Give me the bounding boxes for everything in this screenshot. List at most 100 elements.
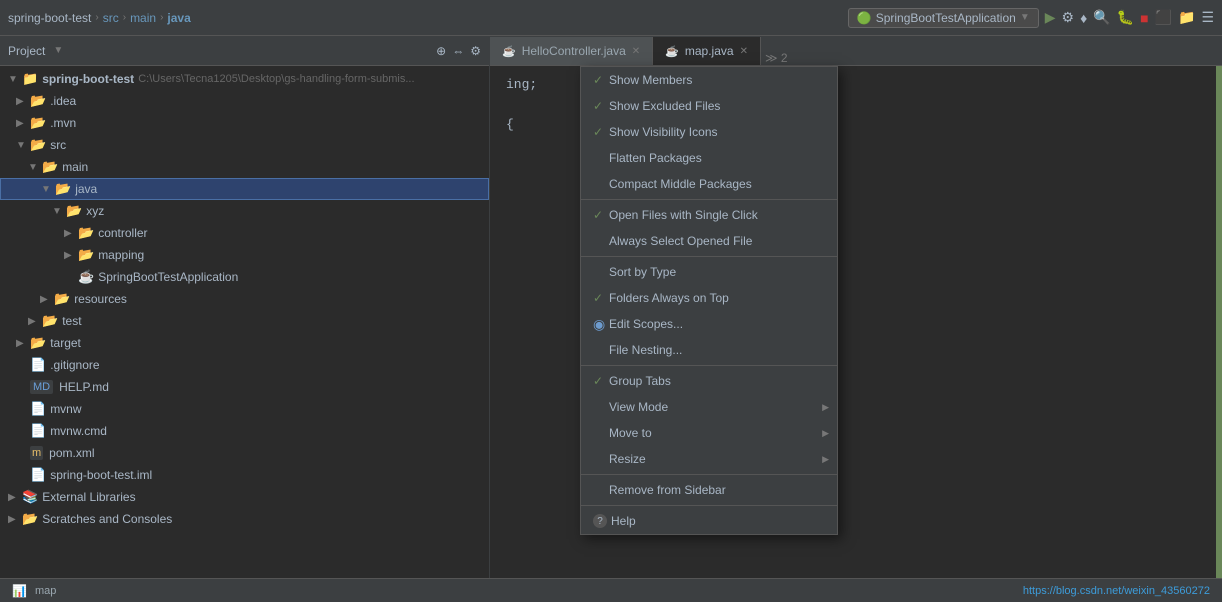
tree-item-mvnw[interactable]: 📄 mvnw — [0, 398, 489, 420]
dropdown-item-help[interactable]: ? Help — [581, 508, 837, 534]
tree-item-scratches[interactable]: ▶ 📂 Scratches and Consoles — [0, 508, 489, 530]
dropdown-item-show-excluded[interactable]: ✓ Show Excluded Files — [581, 93, 837, 119]
run-config[interactable]: 🟢 SpringBootTestApplication ▼ — [848, 8, 1039, 28]
breadcrumb-src[interactable]: src — [103, 11, 119, 25]
tree-item-iml[interactable]: 📄 spring-boot-test.iml — [0, 464, 489, 486]
tree-arrow: ▼ — [28, 162, 40, 173]
dropdown-item-file-nesting[interactable]: File Nesting... — [581, 337, 837, 363]
dropdown-item-resize[interactable]: Resize — [581, 446, 837, 472]
java-file-icon: ☕ — [78, 269, 94, 285]
sidebar-icon-settings[interactable]: ⚙ — [470, 44, 481, 58]
tree-item-xyz[interactable]: ▼ 📂 xyz — [0, 200, 489, 222]
tree-label: main — [62, 160, 88, 174]
dropdown-item-edit-scopes[interactable]: ◉ Edit Scopes... — [581, 311, 837, 337]
xml-file-icon: m — [30, 446, 43, 460]
tree-item-test[interactable]: ▶ 📂 test — [0, 310, 489, 332]
tree-item-main[interactable]: ▼ 📂 main — [0, 156, 489, 178]
status-link[interactable]: https://blog.csdn.net/weixin_43560272 — [1023, 585, 1210, 597]
tree-arrow: ▼ — [41, 184, 53, 195]
stop2-button[interactable]: ⬛ — [1155, 9, 1172, 26]
dropdown-label: Resize — [609, 452, 825, 466]
dropdown-label: Open Files with Single Click — [609, 208, 825, 222]
dropdown-label: Flatten Packages — [609, 151, 825, 165]
dropdown-item-flatten[interactable]: Flatten Packages — [581, 145, 837, 171]
tree-arrow: ▶ — [64, 250, 76, 261]
tab-close-map[interactable]: ✕ — [740, 46, 748, 57]
target-folder-icon: 📂 — [30, 335, 46, 351]
dropdown-item-remove-sidebar[interactable]: Remove from Sidebar — [581, 477, 837, 503]
tree-item-mvnw-cmd[interactable]: 📄 mvnw.cmd — [0, 420, 489, 442]
dropdown-item-compact[interactable]: Compact Middle Packages — [581, 171, 837, 197]
dropdown-label: Remove from Sidebar — [609, 483, 825, 497]
sidebar-header: Project ▼ ⊕ ⇔ ⚙ — [0, 36, 489, 66]
tree-item-gitignore[interactable]: 📄 .gitignore — [0, 354, 489, 376]
tab-overflow[interactable]: ≫ 2 — [765, 51, 788, 65]
tree-item-target[interactable]: ▶ 📂 target — [0, 332, 489, 354]
divider-3 — [581, 365, 837, 366]
tree-arrow: ▶ — [8, 492, 20, 503]
iml-file-icon: 📄 — [30, 467, 46, 483]
dropdown-item-folders-top[interactable]: ✓ Folders Always on Top — [581, 285, 837, 311]
run-button[interactable]: ▶ — [1045, 9, 1056, 26]
profile-button[interactable]: 🔍 — [1093, 9, 1110, 26]
folder-button[interactable]: 📁 — [1178, 9, 1195, 26]
tree-arrow: ▶ — [16, 96, 28, 107]
sidebar-dropdown-arrow[interactable]: ▼ — [53, 45, 63, 56]
dropdown-item-show-members[interactable]: ✓ Show Members — [581, 67, 837, 93]
toolbar-icons: ▶ ⚙ ♦ 🔍 🐛 ■ ⬛ 📁 ☰ — [1045, 9, 1214, 26]
tree-label: src — [50, 138, 66, 152]
debug-button[interactable]: 🐛 — [1117, 9, 1134, 26]
breadcrumb-project[interactable]: spring-boot-test — [8, 11, 91, 25]
tree-item-idea[interactable]: ▶ 📂 .idea — [0, 90, 489, 112]
breadcrumb-java[interactable]: java — [167, 11, 190, 25]
breadcrumb-main[interactable]: main — [130, 11, 156, 25]
dropdown-item-move-to[interactable]: Move to — [581, 420, 837, 446]
dropdown-item-always-select[interactable]: Always Select Opened File — [581, 228, 837, 254]
tree-label: java — [75, 182, 97, 196]
folder-icon: 📂 — [54, 291, 70, 307]
tree-item-springboot-app[interactable]: ☕ SpringBootTestApplication — [0, 266, 489, 288]
breadcrumb-arrow-1: › — [95, 12, 98, 23]
tab-label: HelloController.java — [522, 44, 626, 58]
tree-label: mvnw.cmd — [50, 424, 107, 438]
tree-item-controller[interactable]: ▶ 📂 controller — [0, 222, 489, 244]
tree-item-spring-boot-test[interactable]: ▼ 📁 spring-boot-test C:\Users\Tecna1205\… — [0, 68, 489, 90]
tree-item-pom[interactable]: m pom.xml — [0, 442, 489, 464]
tree-label: mapping — [98, 248, 144, 262]
menu-button[interactable]: ☰ — [1201, 9, 1214, 26]
sidebar-icon-gear[interactable]: ⊕ — [436, 44, 446, 58]
code-text: { — [506, 117, 514, 132]
tree-item-mvn[interactable]: ▶ 📂 .mvn — [0, 112, 489, 134]
coverage-button[interactable]: ♦ — [1080, 10, 1087, 26]
tree-item-src[interactable]: ▼ 📂 src — [0, 134, 489, 156]
stop-button[interactable]: ■ — [1140, 10, 1148, 26]
dropdown-item-group-tabs[interactable]: ✓ Group Tabs — [581, 368, 837, 394]
dropdown-label: Move to — [609, 426, 825, 440]
dropdown-label: Show Excluded Files — [609, 99, 825, 113]
tree-label: pom.xml — [49, 446, 94, 460]
tree-item-mapping[interactable]: ▶ 📂 mapping — [0, 244, 489, 266]
folder-icon: 📂 — [78, 247, 94, 263]
tab-hello-controller[interactable]: ☕ HelloController.java ✕ — [490, 37, 653, 65]
dropdown-item-sort-type[interactable]: Sort by Type — [581, 259, 837, 285]
tab-map-java[interactable]: ☕ map.java ✕ — [653, 37, 761, 65]
dropdown-item-show-visibility[interactable]: ✓ Show Visibility Icons — [581, 119, 837, 145]
status-left: 📊 map — [12, 584, 56, 598]
tree-item-resources[interactable]: ▶ 📂 resources — [0, 288, 489, 310]
sidebar-header-icons: ⊕ ⇔ ⚙ — [436, 44, 481, 58]
tree-item-external-libs[interactable]: ▶ 📚 External Libraries — [0, 486, 489, 508]
sidebar-icon-collapse[interactable]: ⇔ — [452, 44, 464, 58]
top-toolbar: spring-boot-test › src › main › java 🟢 S… — [0, 0, 1222, 36]
dropdown-item-open-single-click[interactable]: ✓ Open Files with Single Click — [581, 202, 837, 228]
build-button[interactable]: ⚙ — [1062, 9, 1075, 26]
tree-label: HELP.md — [59, 380, 109, 394]
tree-label: xyz — [86, 204, 104, 218]
tab-close-hello[interactable]: ✕ — [632, 46, 640, 57]
tree-item-java[interactable]: ▼ 📂 java — [0, 178, 489, 200]
dropdown-item-view-mode[interactable]: View Mode — [581, 394, 837, 420]
check-icon: ✓ — [593, 291, 609, 305]
dropdown-label: Show Members — [609, 73, 825, 87]
run-config-icon: 🟢 — [857, 11, 872, 25]
tree-label: test — [62, 314, 81, 328]
tree-item-help-md[interactable]: MD HELP.md — [0, 376, 489, 398]
